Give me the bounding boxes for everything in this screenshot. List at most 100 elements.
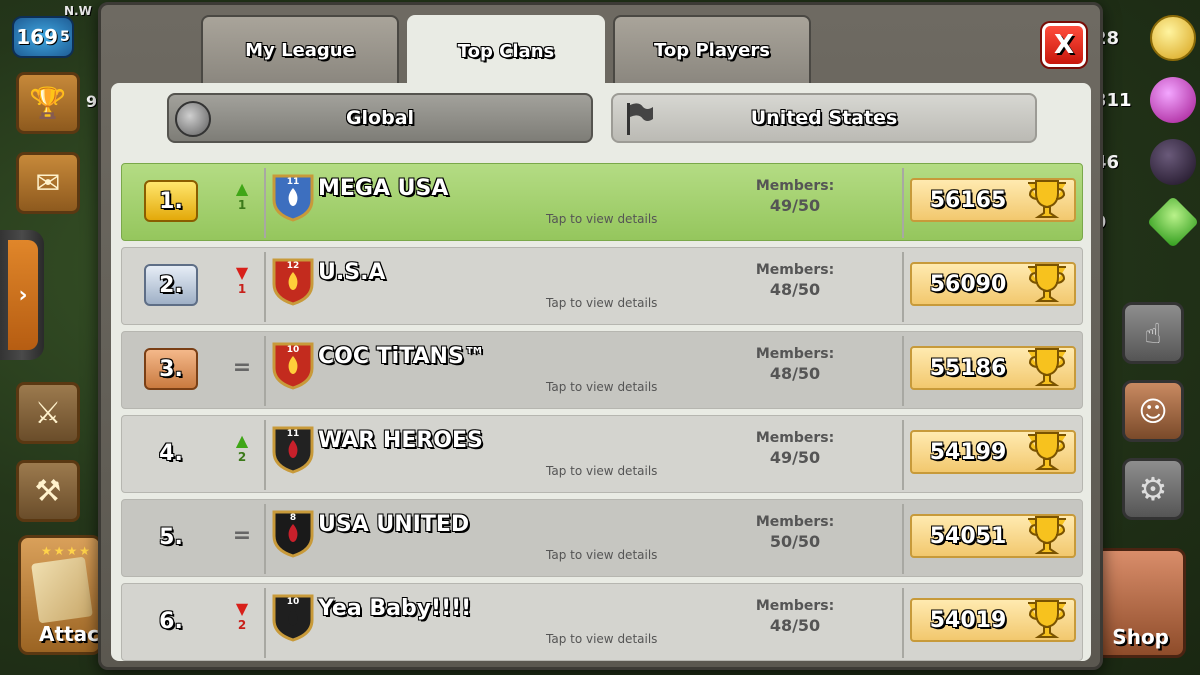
- gesture-button[interactable]: ☝: [1122, 302, 1184, 364]
- view-details-hint: Tap to view details: [546, 464, 658, 478]
- members-info: Members: 49/50: [740, 178, 850, 215]
- clan-score: 55186: [910, 346, 1076, 390]
- clan-row[interactable]: 2. ▼ 1 12 U.S.A Tap to view details Members: 48…: [121, 247, 1083, 325]
- row-divider: [902, 420, 904, 490]
- player-name: N.W: [64, 4, 92, 18]
- clan-trophies: 55186: [929, 355, 1007, 381]
- view-details-hint: Tap to view details: [546, 632, 658, 646]
- flag-icon: [627, 103, 653, 135]
- row-divider: [902, 504, 904, 574]
- rank-trend: =: [230, 348, 254, 388]
- row-divider: [902, 168, 904, 238]
- members-count: 49/50: [769, 196, 821, 215]
- rank-badge: 3.: [144, 348, 198, 390]
- clan-level: 10: [287, 345, 300, 355]
- clan-row[interactable]: 4. ▲ 2 11 WAR HEROES Tap to view details Membe…: [121, 415, 1083, 493]
- leaderboard-panel: My League Top Clans Top Players X Global…: [98, 2, 1103, 670]
- filter-global-label: Global: [345, 107, 415, 129]
- clan-score: 56090: [910, 262, 1076, 306]
- members-label: Members:: [755, 346, 835, 362]
- gold-resource: 28: [1090, 15, 1200, 61]
- level-badge[interactable]: 169 5: [12, 16, 74, 58]
- hand-swipe-icon: ☝: [1144, 316, 1162, 350]
- clan-row[interactable]: 5. = 8 USA UNITED Tap to view details Members…: [121, 499, 1083, 577]
- clan-name: WAR HEROES: [318, 428, 483, 453]
- attack-button[interactable]: ★★★★ Attac: [18, 535, 102, 655]
- trend-change: 1: [237, 198, 247, 212]
- map-icon: [31, 556, 93, 624]
- side-panel-toggle[interactable]: ›: [0, 230, 44, 360]
- rank-badge: 4.: [159, 440, 183, 466]
- members-count: 48/50: [769, 280, 821, 299]
- row-divider: [902, 252, 904, 322]
- trophy-league-button[interactable]: 🏆: [16, 72, 80, 134]
- filter-global[interactable]: Global: [167, 93, 593, 143]
- trophy-count: 9: [86, 92, 98, 111]
- clan-row[interactable]: 3. = 10 COC TiTANS™ Tap to view details Membe…: [121, 331, 1083, 409]
- level-value: 169: [16, 25, 58, 49]
- clan-level: 11: [287, 177, 300, 187]
- members-label: Members:: [755, 514, 835, 530]
- members-count: 48/50: [769, 364, 821, 383]
- clan-level: 8: [290, 513, 296, 523]
- trophy-icon: [1028, 180, 1066, 218]
- mail-button[interactable]: ✉: [16, 152, 80, 214]
- trophy-icon: [1028, 516, 1066, 554]
- clan-row[interactable]: 6. ▼ 2 10 Yea Baby!!!! Tap to view details Mem…: [121, 583, 1083, 661]
- members-label: Members:: [755, 430, 835, 446]
- rank-badge: 5.: [159, 524, 183, 550]
- close-button[interactable]: X: [1042, 23, 1086, 67]
- profile-button[interactable]: ☺: [1122, 380, 1184, 442]
- clan-level: 11: [287, 429, 300, 439]
- tab-top-players[interactable]: Top Players: [613, 15, 811, 83]
- tab-my-league[interactable]: My League: [201, 15, 399, 83]
- clan-list: 1. ▲ 1 11 MEGA USA Tap to view details Members…: [121, 163, 1083, 667]
- clan-level: 10: [287, 597, 300, 607]
- equal-icon: =: [232, 355, 252, 380]
- dark-elixir-resource: 46: [1090, 139, 1200, 185]
- tab-top-clans[interactable]: Top Clans: [407, 15, 605, 85]
- members-label: Members:: [755, 178, 835, 194]
- trophy-icon: 🏆: [29, 85, 67, 121]
- settings-button[interactable]: ⚙: [1122, 458, 1184, 520]
- region-filters: Global United States: [167, 93, 1037, 143]
- clan-level: 12: [287, 261, 300, 271]
- trophy-icon: [1028, 432, 1066, 470]
- gem-icon: [1146, 195, 1200, 249]
- clan-row[interactable]: 1. ▲ 1 11 MEGA USA Tap to view details Members…: [121, 163, 1083, 241]
- equal-icon: =: [232, 523, 252, 548]
- members-info: Members: 50/50: [740, 514, 850, 551]
- chevron-right-icon: ›: [8, 240, 38, 350]
- rank-trend: =: [230, 516, 254, 556]
- filter-united-states-label: United States: [750, 107, 898, 129]
- row-divider: [902, 336, 904, 406]
- globe-icon: [175, 101, 211, 137]
- shop-button[interactable]: Shop: [1094, 548, 1186, 658]
- clan-score: 56165: [910, 178, 1076, 222]
- clan-badge-icon: 11: [272, 426, 314, 474]
- builder-button[interactable]: ⚒: [16, 460, 80, 522]
- trend-change: 2: [237, 618, 247, 632]
- trophy-icon: [1028, 600, 1066, 638]
- trend-change: 1: [237, 282, 247, 296]
- filter-united-states[interactable]: United States: [611, 93, 1037, 143]
- members-info: Members: 48/50: [740, 598, 850, 635]
- row-divider: [264, 336, 266, 406]
- crossed-swords-icon: ⚔: [34, 395, 62, 431]
- gems-resource: 9: [1090, 195, 1200, 249]
- members-count: 49/50: [769, 448, 821, 467]
- rank-badge: 1.: [144, 180, 198, 222]
- view-details-hint: Tap to view details: [546, 212, 658, 226]
- row-divider: [264, 504, 266, 574]
- clan-badge-icon: 10: [272, 342, 314, 390]
- clan-war-button[interactable]: ⚔: [16, 382, 80, 444]
- rank-badge: 2.: [144, 264, 198, 306]
- view-details-hint: Tap to view details: [546, 380, 658, 394]
- members-label: Members:: [755, 598, 835, 614]
- clan-badge-icon: 8: [272, 510, 314, 558]
- shop-label: Shop: [1112, 625, 1169, 649]
- elixir-resource: 311: [1090, 77, 1200, 123]
- clan-score: 54199: [910, 430, 1076, 474]
- row-divider: [264, 168, 266, 238]
- view-details-hint: Tap to view details: [546, 296, 658, 310]
